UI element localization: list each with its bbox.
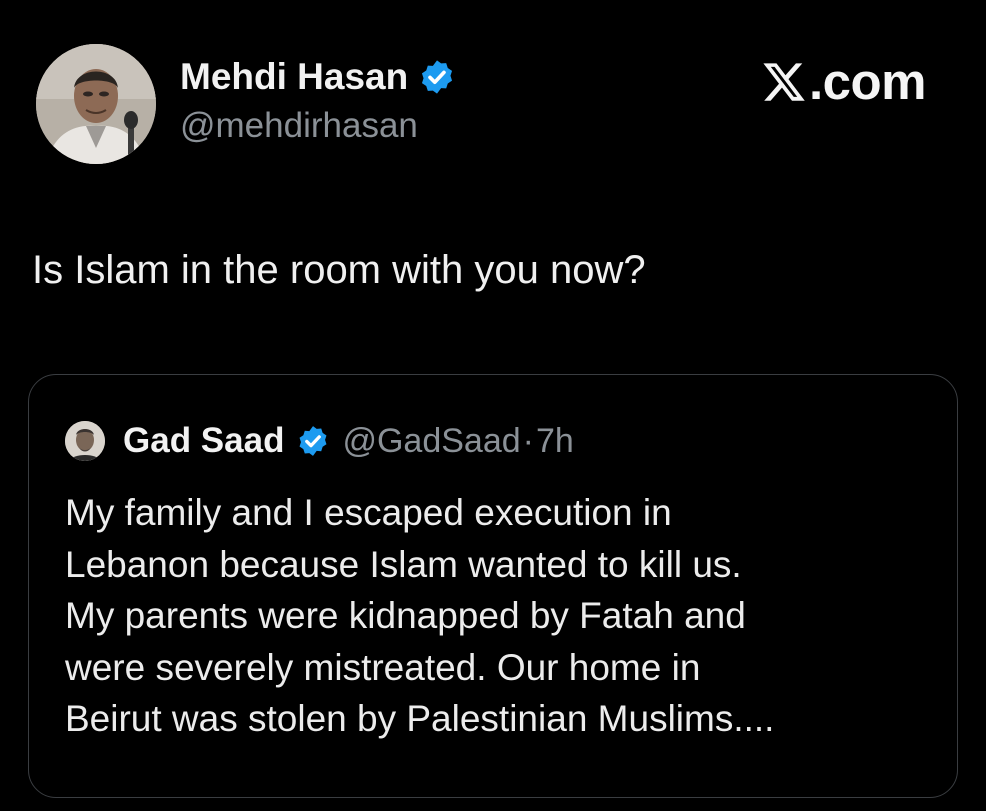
- quote-separator: ·: [522, 421, 534, 460]
- quoted-tweet-card[interactable]: Gad Saad @GadSaad · 7h My family and I esc…: [28, 374, 958, 798]
- quote-text-line: Beirut was stolen by Palestinian Muslims…: [65, 698, 775, 739]
- quote-text-line: My parents were kidnapped by Fatah and: [65, 595, 746, 636]
- tweet-text: Is Islam in the room with you now?: [32, 248, 646, 292]
- quote-text-line: were severely mistreated. Our home in: [65, 646, 701, 688]
- quote-header: Gad Saad @GadSaad · 7h: [65, 419, 574, 463]
- quote-avatar[interactable]: [65, 421, 105, 461]
- quote-body: My family and I escaped execution in Leb…: [65, 487, 935, 745]
- verified-badge-icon: [418, 58, 456, 96]
- quote-text-line: Lebanon because Islam wanted to kill us.: [65, 543, 742, 585]
- author-name-row: Mehdi Hasan: [180, 52, 456, 102]
- brand-watermark: .com: [761, 52, 927, 111]
- author-name[interactable]: Mehdi Hasan: [180, 56, 408, 98]
- quote-text-line: My family and I escaped execution in: [65, 492, 672, 533]
- author-handle[interactable]: @mehdirhasan: [180, 106, 418, 146]
- person-photo-icon: [36, 44, 156, 164]
- quote-author-handle[interactable]: @GadSaad: [342, 422, 520, 461]
- brand-domain: .com: [808, 53, 927, 110]
- person-photo-icon: [65, 421, 105, 461]
- author-avatar[interactable]: [36, 44, 156, 164]
- quote-author-name[interactable]: Gad Saad: [123, 421, 284, 461]
- verified-badge-icon: [296, 424, 330, 458]
- quote-timestamp[interactable]: 7h: [536, 422, 574, 461]
- x-logo-icon: [763, 62, 805, 101]
